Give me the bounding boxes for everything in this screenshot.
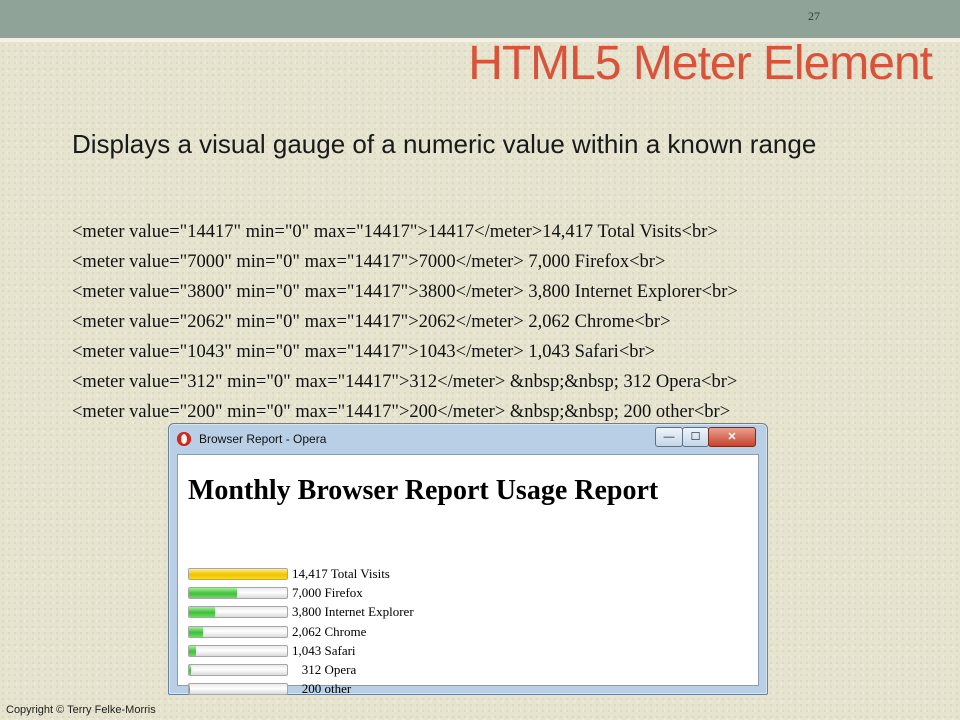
minimize-button[interactable]: — <box>655 427 683 447</box>
meter-fill <box>189 645 197 656</box>
meter-fill <box>189 607 215 618</box>
close-button[interactable]: ✕ <box>708 427 756 447</box>
meter-gauge <box>188 683 288 696</box>
window-title: Browser Report - Opera <box>199 432 327 446</box>
code-lines: <meter value="14417" min="0" max="14417"… <box>72 222 932 432</box>
meter-gauge <box>188 625 288 638</box>
meter-label: 7,000 Firefox <box>292 585 363 601</box>
code-line: <meter value="7000" min="0" max="14417">… <box>72 252 666 272</box>
meter-fill <box>189 664 192 675</box>
code-line: <meter value="14417" min="0" max="14417"… <box>72 222 718 242</box>
meter-fill <box>189 626 204 637</box>
slide-subtitle: Displays a visual gauge of a numeric val… <box>72 129 817 159</box>
opera-icon <box>177 432 191 446</box>
meter-label: 1,043 Safari <box>292 642 356 658</box>
meter-fill <box>189 684 191 695</box>
meter-label: 200 other <box>292 681 352 697</box>
report-heading: Monthly Browser Report Usage Report <box>188 475 659 506</box>
meter-fill <box>189 569 287 579</box>
copyright-text: Copyright © Terry Felke-Morris <box>6 704 156 716</box>
code-line: <meter value="2062" min="0" max="14417">… <box>72 312 671 332</box>
code-line: <meter value="3800" min="0" max="14417">… <box>72 282 738 302</box>
meter-label: 2,062 Chrome <box>292 623 367 639</box>
meter-gauge <box>188 663 288 676</box>
browser-window: Browser Report - Opera — ☐ ✕ Monthly Bro… <box>168 423 768 696</box>
meter-label: 14,417 Total Visits <box>292 566 390 581</box>
browser-content: Monthly Browser Report Usage Report 14,4… <box>177 454 759 696</box>
maximize-button[interactable]: ☐ <box>682 427 709 447</box>
code-line: <meter value="1043" min="0" max="14417">… <box>72 342 656 362</box>
meter-gauge <box>188 587 288 600</box>
meter-gauge <box>188 568 288 580</box>
slide-title: HTML5 Meter Element <box>468 37 933 90</box>
meter-label: 3,800 Internet Explorer <box>292 604 414 620</box>
page-number: 27 <box>808 9 820 23</box>
meter-fill <box>189 588 237 599</box>
window-titlebar[interactable]: Browser Report - Opera — ☐ ✕ <box>169 424 767 454</box>
meter-gauge <box>188 606 288 619</box>
code-line: <meter value="312" min="0" max="14417">3… <box>72 372 738 392</box>
meter-gauge <box>188 644 288 657</box>
code-line: <meter value="200" min="0" max="14417">2… <box>72 402 731 422</box>
meter-label: 312 Opera <box>292 661 357 677</box>
